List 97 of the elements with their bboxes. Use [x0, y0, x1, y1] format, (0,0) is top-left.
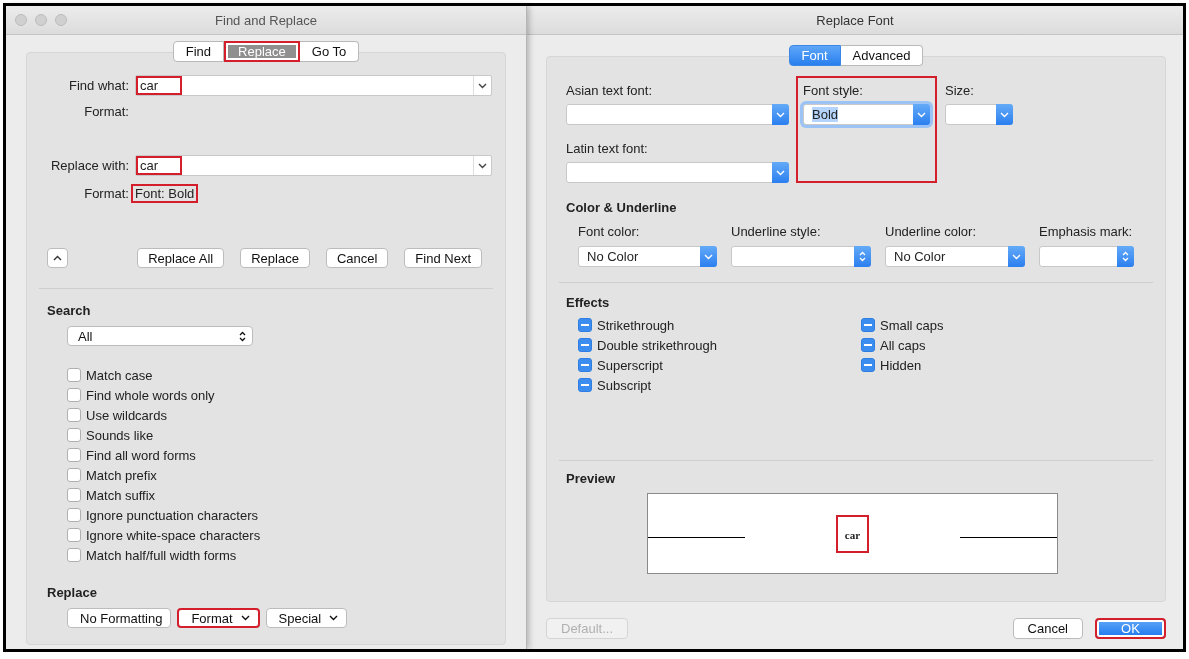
popup-field[interactable]: No Color	[885, 246, 1025, 267]
checkbox[interactable]	[67, 428, 81, 442]
checkbox[interactable]	[67, 388, 81, 402]
option-label: Strikethrough	[597, 317, 675, 333]
format-value: Font: Bold	[131, 184, 199, 203]
option-label: Hidden	[880, 357, 922, 373]
field-label: Latin text font:	[566, 141, 649, 156]
section-heading: Preview	[565, 471, 617, 486]
checkbox[interactable]	[67, 548, 81, 562]
dialog-button[interactable]: Cancel	[325, 248, 389, 268]
field-value: car	[136, 156, 183, 175]
field-label: Font color:	[578, 224, 641, 239]
stepper-popup[interactable]	[731, 246, 871, 267]
dialog-button[interactable]: Find Next	[404, 248, 482, 268]
popup-field[interactable]: Bold	[803, 104, 930, 125]
field-label: Font style:	[803, 83, 864, 98]
checkbox[interactable]	[861, 338, 875, 352]
option-label: Sounds like	[86, 427, 154, 443]
option-label: Ignore punctuation characters	[86, 507, 258, 523]
checkbox[interactable]	[67, 468, 81, 482]
option-label: Match suffix	[86, 487, 156, 503]
checkbox[interactable]	[861, 318, 875, 332]
field-label: Emphasis mark:	[1039, 224, 1134, 239]
text-combo-field[interactable]: car	[135, 155, 492, 176]
checkbox[interactable]	[578, 358, 592, 372]
option-label: Superscript	[597, 357, 663, 373]
chevron-down-icon	[478, 82, 487, 89]
tab[interactable]: Find	[172, 41, 225, 62]
chevron-up-icon	[53, 255, 62, 261]
dialog-button[interactable]: Cancel	[1012, 618, 1083, 639]
checkbox[interactable]	[67, 408, 81, 422]
text-combo-field[interactable]: car	[135, 75, 492, 96]
option-label: Small caps	[880, 317, 944, 333]
window-control-icon[interactable]	[35, 14, 47, 26]
field-label: Underline style:	[731, 224, 822, 239]
section-heading: Replace	[47, 585, 98, 600]
checkbox[interactable]	[67, 368, 81, 382]
option-label: Ignore white-space characters	[86, 527, 261, 543]
section-heading: Search	[47, 303, 92, 318]
field-value: car	[136, 76, 183, 95]
checkbox[interactable]	[67, 528, 81, 542]
section-heading: Color & Underline	[565, 200, 678, 215]
chevron-down-icon	[1012, 253, 1021, 260]
checkbox[interactable]	[861, 358, 875, 372]
checkbox[interactable]	[67, 448, 81, 462]
chevron-down-icon	[478, 162, 487, 169]
tab[interactable]: Advanced	[840, 45, 924, 66]
preview-sample: car	[835, 514, 870, 553]
menu-button[interactable]: Format	[177, 608, 260, 628]
option-label: All caps	[880, 337, 926, 353]
collapse-button[interactable]	[47, 248, 68, 268]
dialog-button[interactable]: Replace All	[137, 248, 225, 268]
chevron-down-icon	[329, 615, 339, 621]
chevron-down-icon	[1000, 111, 1009, 118]
stepper-popup[interactable]	[1039, 246, 1134, 267]
field-label: Replace with:	[49, 158, 129, 173]
window-control-icon[interactable]	[55, 14, 67, 26]
window-title: Find and Replace	[215, 12, 317, 28]
field-label: Asian text font:	[566, 83, 653, 98]
popup-field[interactable]: No Color	[578, 246, 717, 267]
stepper-arrows-icon	[1122, 251, 1129, 262]
chevron-down-icon	[240, 615, 250, 621]
chevron-down-icon	[704, 253, 713, 260]
option-label: Find whole words only	[86, 387, 215, 403]
option-label: Find all word forms	[86, 447, 196, 463]
popup-field[interactable]	[566, 104, 789, 125]
window-title: Replace Font	[816, 12, 894, 28]
field-label: Format:	[83, 186, 129, 201]
field-label: Format:	[83, 104, 129, 119]
option-label: Match half/full width forms	[86, 547, 237, 563]
dialog-button[interactable]: No Formatting	[67, 608, 172, 628]
checkbox[interactable]	[578, 338, 592, 352]
option-label: Double strikethrough	[597, 337, 717, 353]
field-label: Underline color:	[885, 224, 978, 239]
checkbox[interactable]	[578, 378, 592, 392]
stepper-arrows-icon	[859, 251, 866, 262]
window-control-icon[interactable]	[15, 14, 27, 26]
search-scope-popup[interactable]: All	[67, 326, 253, 346]
option-label: Match prefix	[86, 467, 157, 483]
tab[interactable]: Go To	[299, 41, 360, 62]
field-label: Size:	[945, 83, 975, 98]
chevron-down-icon	[776, 111, 785, 118]
dialog-button[interactable]: Replace	[240, 248, 310, 268]
chevron-down-icon	[776, 169, 785, 176]
field-label: Find what:	[68, 78, 129, 93]
option-label: Subscript	[597, 377, 652, 393]
popup-field[interactable]	[566, 162, 789, 183]
option-label: Match case	[86, 367, 153, 383]
section-heading: Effects	[565, 295, 611, 310]
option-label: Use wildcards	[86, 407, 167, 423]
checkbox[interactable]	[578, 318, 592, 332]
checkbox[interactable]	[67, 488, 81, 502]
popup-field[interactable]	[945, 104, 1013, 125]
stepper-arrows-icon	[239, 330, 246, 342]
checkbox[interactable]	[67, 508, 81, 522]
chevron-down-icon	[917, 111, 926, 118]
menu-button[interactable]: Special	[265, 608, 348, 628]
